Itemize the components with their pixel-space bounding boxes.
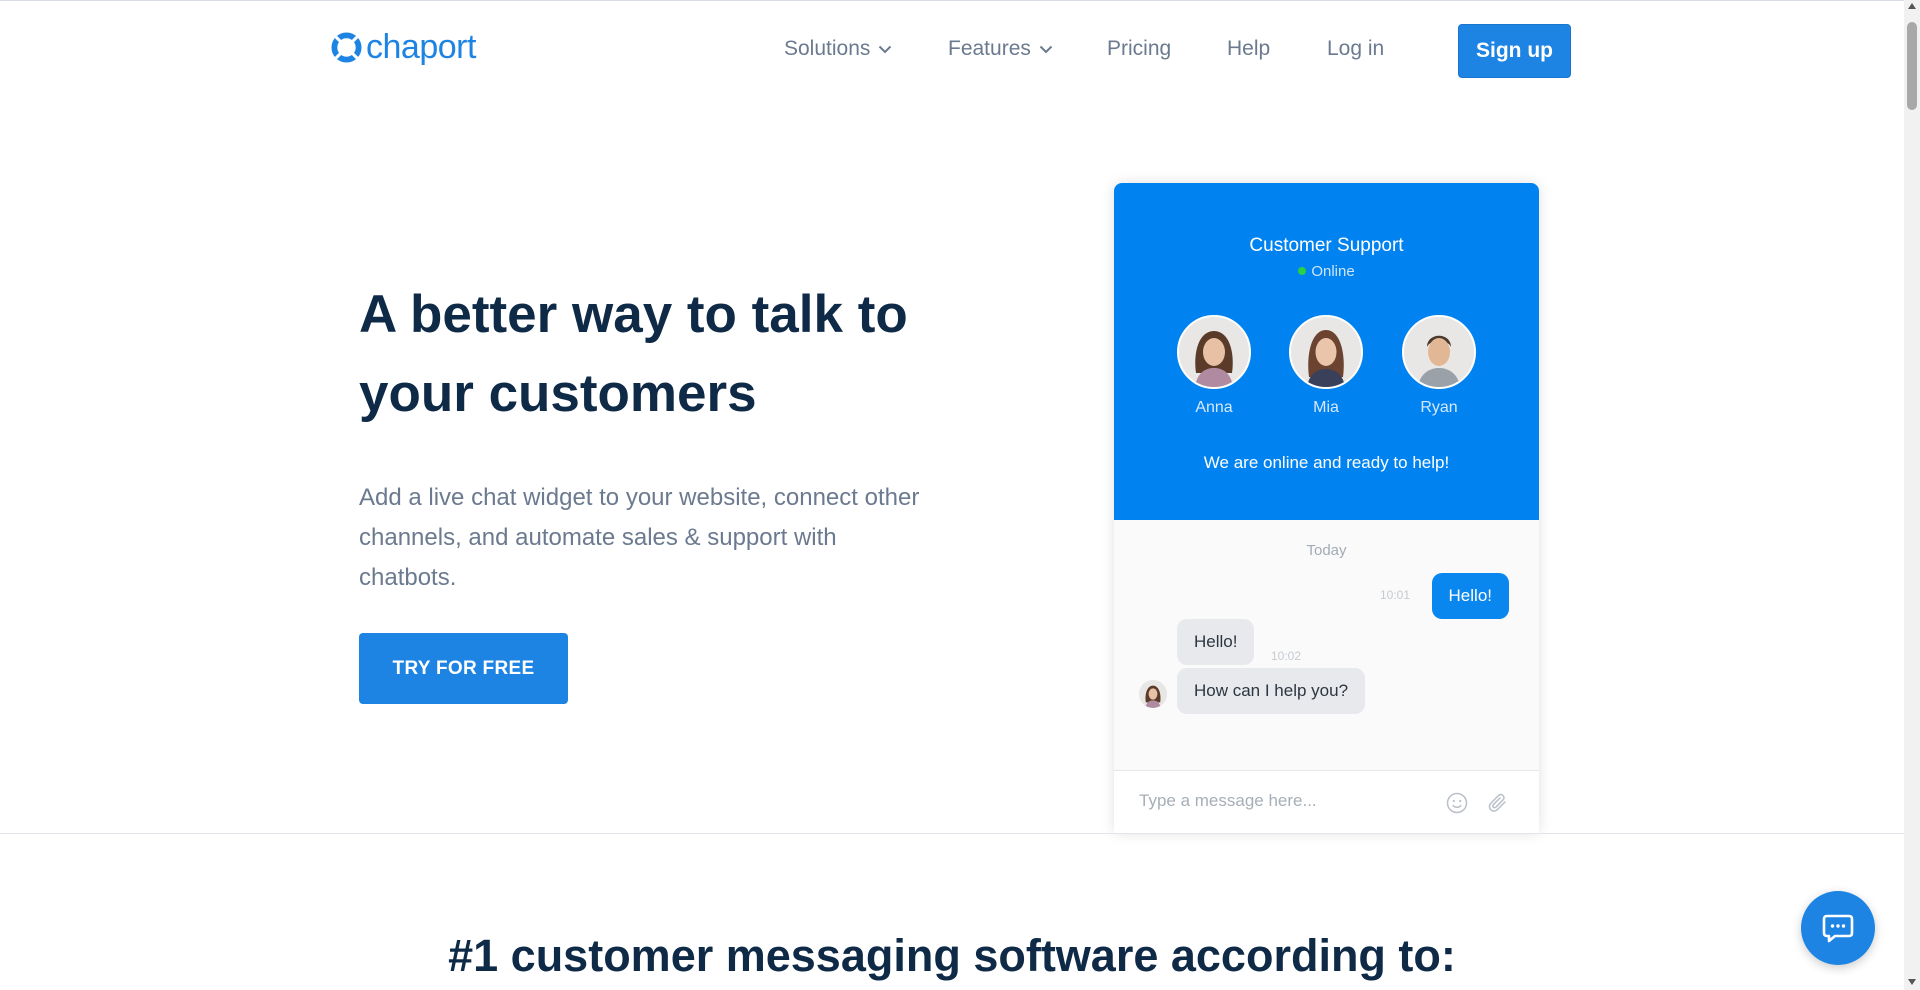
nav-features[interactable]: Features xyxy=(948,37,1053,61)
chat-messages: Today 10:01 Hello! Hello! 10:02 How can … xyxy=(1114,520,1539,770)
chat-widget-demo: Customer Support Online Anna Mia Ryan We… xyxy=(1114,183,1539,833)
nav-pricing[interactable]: Pricing xyxy=(1107,37,1171,61)
page-scrollbar[interactable] xyxy=(1904,0,1920,990)
nav-login[interactable]: Log in xyxy=(1327,37,1384,61)
logo-text: chaport xyxy=(366,28,476,66)
emoji-icon[interactable] xyxy=(1446,792,1468,814)
message-input-placeholder: Type a message here... xyxy=(1139,791,1317,810)
nav-solutions-label: Solutions xyxy=(784,37,871,60)
agent-avatar-icon xyxy=(1179,317,1249,387)
scroll-up-arrow-icon[interactable] xyxy=(1908,3,1916,9)
day-separator: Today xyxy=(1306,542,1347,559)
agent-avatar-icon xyxy=(1404,317,1474,387)
message-input-bar[interactable]: Type a message here... xyxy=(1114,770,1539,833)
logo[interactable]: chaport xyxy=(331,30,476,64)
nav-pricing-label: Pricing xyxy=(1107,37,1172,60)
chevron-down-icon xyxy=(879,45,892,53)
chevron-down-icon xyxy=(1039,45,1053,53)
message-time: 10:02 xyxy=(1271,649,1302,663)
agent-mia: Mia xyxy=(1286,315,1366,417)
scrollbar-thumb[interactable] xyxy=(1907,22,1917,110)
agent-ryan: Ryan xyxy=(1399,315,1479,417)
widget-title: Customer Support xyxy=(1249,235,1404,256)
section-title: #1 customer messaging software according… xyxy=(448,930,1456,981)
agent-avatar-icon xyxy=(1291,317,1361,387)
hero-subtitle: Add a live chat widget to your website, … xyxy=(359,484,920,591)
nav-login-label: Log in xyxy=(1327,37,1385,60)
widget-status: Online xyxy=(1114,263,1539,280)
paperclip-icon[interactable] xyxy=(1486,791,1510,815)
nav-solutions[interactable]: Solutions xyxy=(784,37,892,61)
agent-name: Anna xyxy=(1195,399,1233,416)
agent-avatar-icon xyxy=(1139,680,1167,708)
hero-title: A better way to talk to your customers xyxy=(359,285,908,423)
nav-help-label: Help xyxy=(1227,37,1271,60)
site-header: chaport Solutions Features Pricing Help … xyxy=(0,0,1904,100)
nav-help[interactable]: Help xyxy=(1227,37,1270,61)
message-bubble-outgoing: Hello! xyxy=(1431,573,1509,619)
signup-button[interactable]: Sign up xyxy=(1458,24,1571,78)
avatar xyxy=(1177,315,1251,389)
message-bubble-incoming: How can I help you? xyxy=(1177,668,1366,714)
chat-bubble-icon xyxy=(1822,914,1854,943)
message-time: 10:01 xyxy=(1380,588,1411,602)
avatar xyxy=(1139,680,1167,708)
lifebuoy-logo-icon xyxy=(331,31,362,63)
avatar xyxy=(1402,315,1476,389)
agent-anna: Anna xyxy=(1174,315,1254,417)
chat-launcher-button[interactable] xyxy=(1801,891,1875,965)
message-bubble-incoming: Hello! xyxy=(1177,619,1255,665)
widget-ready-text: We are online and ready to help! xyxy=(1203,453,1450,472)
widget-status-label: Online xyxy=(1311,263,1355,280)
agent-name: Mia xyxy=(1313,399,1339,416)
section-divider xyxy=(0,833,1904,834)
avatar xyxy=(1289,315,1363,389)
online-dot-icon xyxy=(1298,267,1307,275)
scroll-down-arrow-icon[interactable] xyxy=(1908,979,1916,985)
nav-features-label: Features xyxy=(948,37,1031,60)
try-for-free-button[interactable]: TRY FOR FREE xyxy=(359,633,568,704)
chat-widget-header: Customer Support Online Anna Mia Ryan We… xyxy=(1114,183,1539,520)
agent-name: Ryan xyxy=(1420,399,1458,416)
